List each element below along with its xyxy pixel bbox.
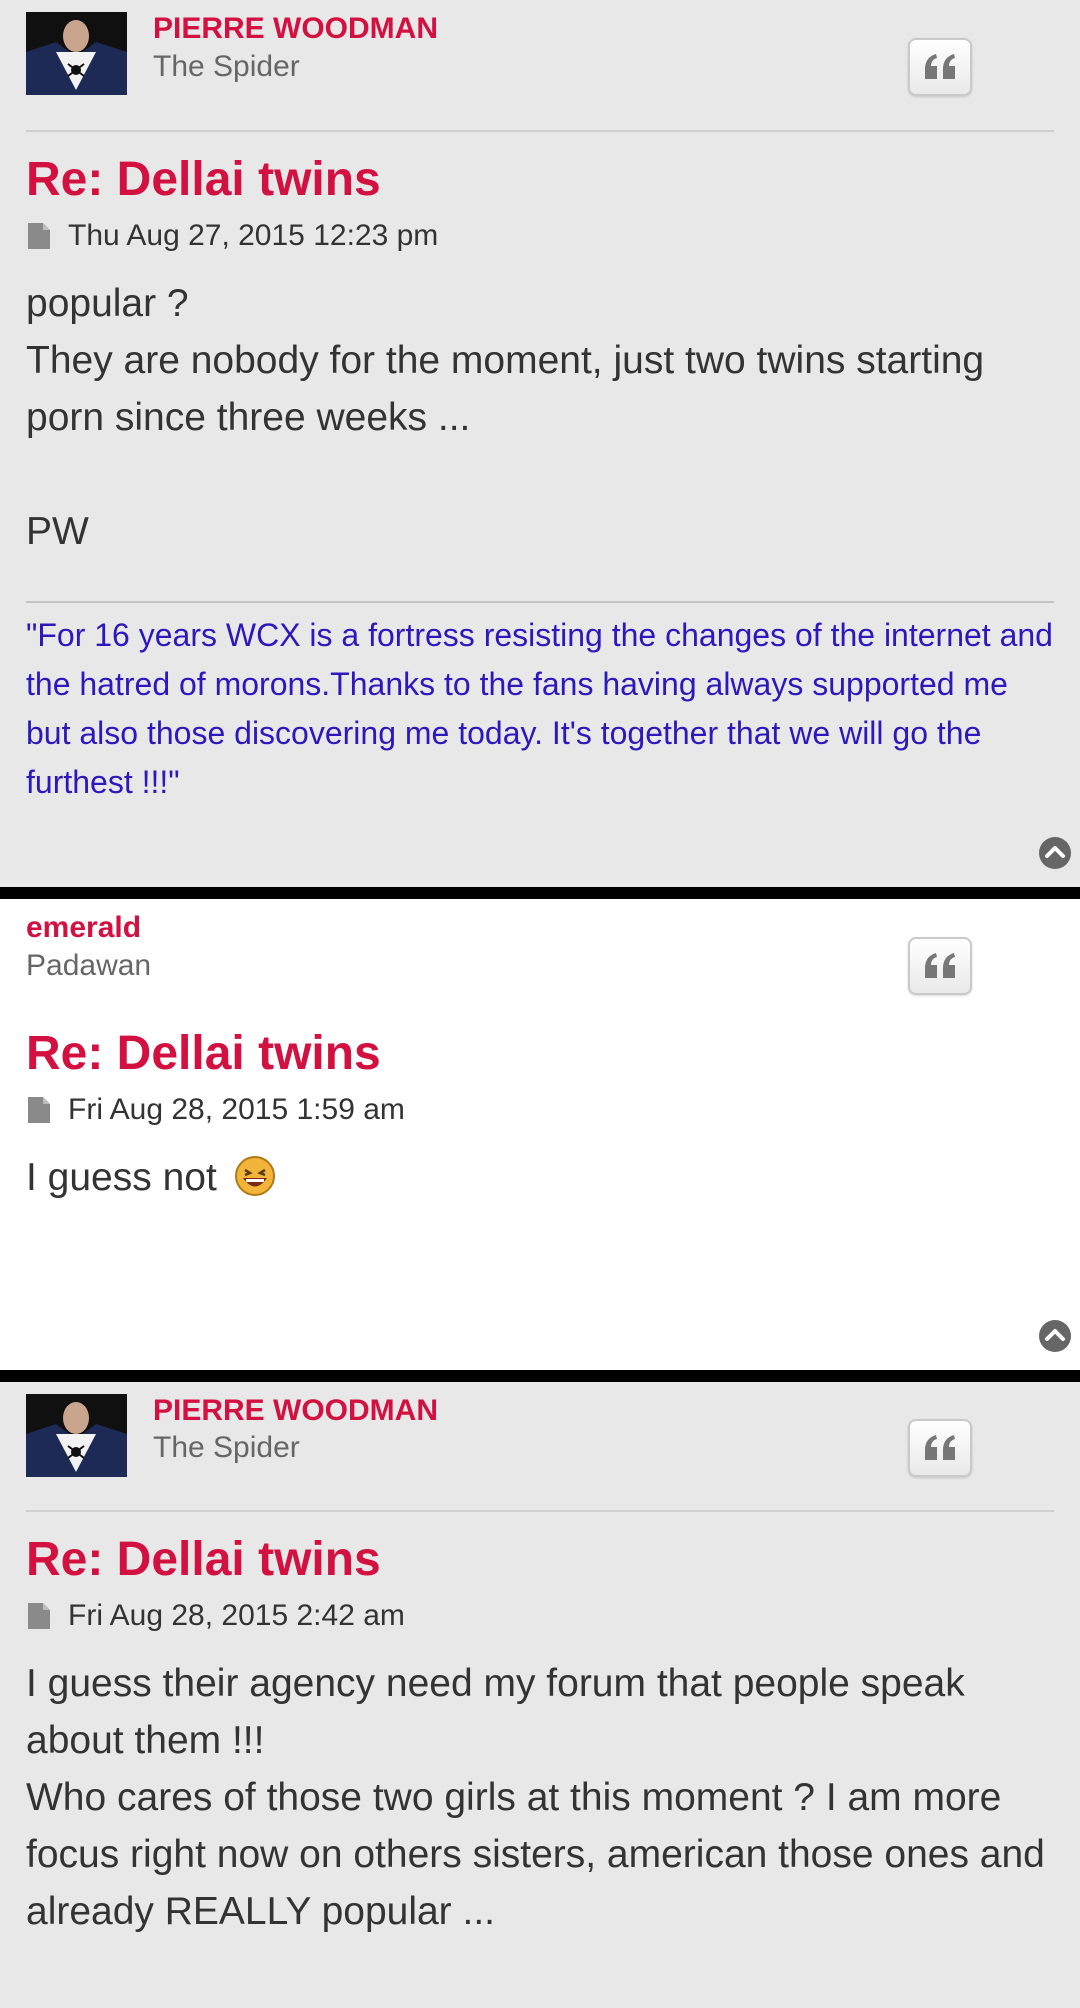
post-title[interactable]: Re: Dellai twins: [26, 1026, 1054, 1081]
document-icon: [28, 1097, 50, 1123]
post-separator: [0, 887, 1080, 899]
chevron-up-circle-icon[interactable]: [1038, 836, 1072, 870]
post-date: Fri Aug 28, 2015 2:42 am: [68, 1599, 405, 1632]
post-date: Thu Aug 27, 2015 12:23 pm: [68, 219, 439, 252]
chevron-up-circle-icon[interactable]: [1038, 1319, 1072, 1353]
quote-button[interactable]: [908, 1419, 972, 1477]
laughing-emoji-icon: [234, 1155, 275, 1196]
quote-button[interactable]: [908, 38, 972, 96]
content-line: I guess their agency need my forum that …: [26, 1662, 965, 1762]
author-name[interactable]: emerald: [26, 911, 141, 945]
signature: "For 16 years WCX is a fortress resistin…: [26, 617, 1053, 800]
post-1: PIERRE WOODMAN The Spider Re: Dellai twi…: [0, 0, 1080, 887]
content-text: I guess not: [26, 1156, 217, 1199]
quote-icon: [925, 1435, 955, 1460]
author-rank: The Spider: [153, 50, 300, 83]
avatar[interactable]: [26, 12, 127, 95]
post-header: emerald Padawan: [26, 899, 1054, 1026]
post-meta: Fri Aug 28, 2015 2:42 am: [26, 1599, 1054, 1633]
post-content: popular ? They are nobody for the moment…: [26, 275, 1054, 560]
content-line: PW: [26, 510, 89, 553]
post-header: PIERRE WOODMAN The Spider: [26, 0, 1054, 130]
content-line: They are nobody for the moment, just two…: [26, 339, 985, 439]
author-name[interactable]: PIERRE WOODMAN: [153, 1394, 438, 1428]
author-rank: Padawan: [26, 949, 152, 982]
document-icon: [28, 1603, 50, 1629]
author-name[interactable]: PIERRE WOODMAN: [153, 12, 438, 46]
quote-button[interactable]: [908, 937, 972, 995]
document-icon: [28, 223, 50, 249]
quote-icon: [925, 953, 955, 978]
post-separator: [0, 1370, 1080, 1382]
post-2: emerald Padawan Re: Dellai twins Fri Aug…: [0, 899, 1080, 1370]
post-title[interactable]: Re: Dellai twins: [26, 152, 1054, 207]
post-meta: Fri Aug 28, 2015 1:59 am: [26, 1093, 1054, 1127]
content-line: Who cares of those two girls at this mom…: [26, 1776, 1045, 1933]
post-content: I guess their agency need my forum that …: [26, 1655, 1054, 1940]
quote-icon: [925, 54, 955, 79]
post-content: I guess not: [26, 1149, 1054, 1206]
post-title[interactable]: Re: Dellai twins: [26, 1532, 1054, 1587]
post-meta: Thu Aug 27, 2015 12:23 pm: [26, 219, 1054, 253]
content-blank-line: [26, 446, 1054, 503]
avatar[interactable]: [26, 1394, 127, 1477]
content-line: popular ?: [26, 282, 189, 325]
post-3: PIERRE WOODMAN The Spider Re: Dellai twi…: [0, 1382, 1080, 2008]
author-rank: The Spider: [153, 1431, 300, 1464]
post-header: PIERRE WOODMAN The Spider: [26, 1382, 1054, 1510]
post-date: Fri Aug 28, 2015 1:59 am: [68, 1093, 405, 1126]
